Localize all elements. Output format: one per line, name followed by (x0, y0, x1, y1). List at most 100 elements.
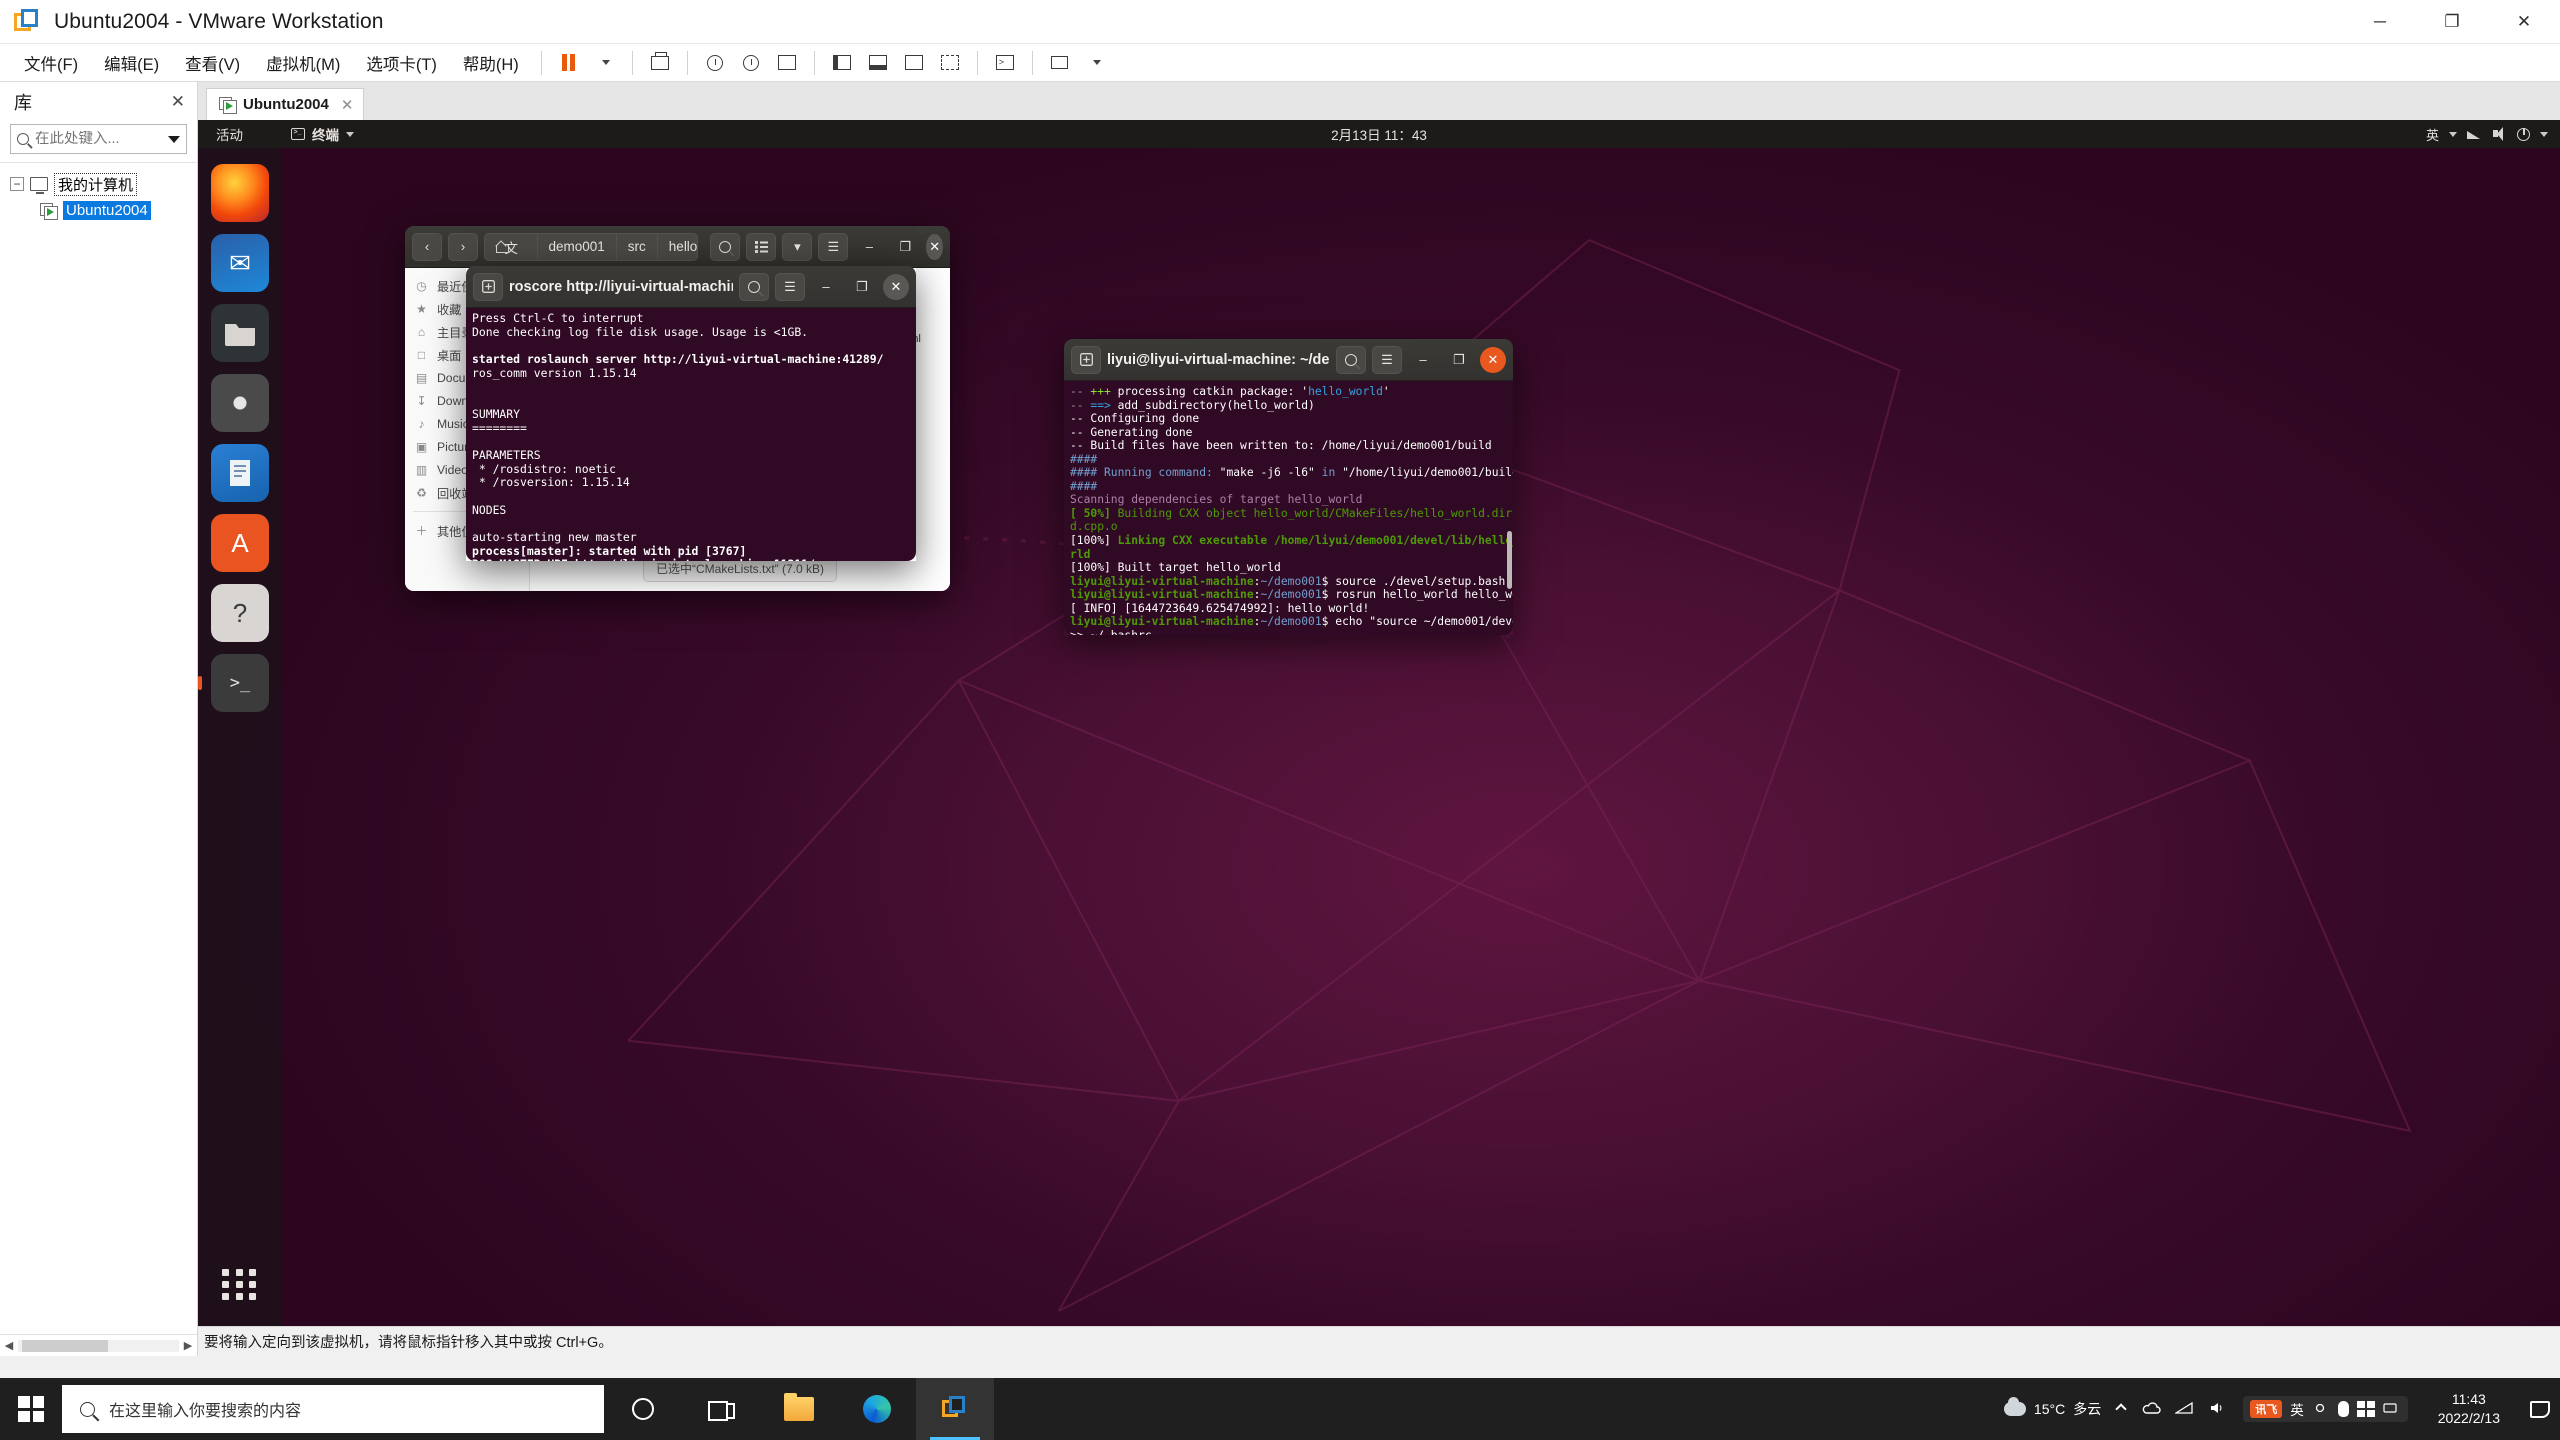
close-button[interactable]: ✕ (926, 233, 943, 260)
search-icon[interactable] (1336, 345, 1366, 374)
task-view-button[interactable] (682, 1378, 760, 1440)
forward-button[interactable]: › (448, 232, 478, 261)
close-icon[interactable]: ✕ (171, 92, 185, 112)
unity-mode-icon[interactable] (933, 48, 967, 78)
ubuntu-clock[interactable]: 2月13日 11：43 (1331, 124, 1427, 144)
hamburger-menu-icon[interactable]: ☰ (775, 272, 805, 301)
search-icon[interactable] (739, 272, 769, 301)
ime-indicator[interactable]: 英 (2426, 125, 2439, 144)
show-library-icon[interactable] (825, 48, 859, 78)
display-dropdown-icon[interactable] (1079, 48, 1113, 78)
scroll-left-icon[interactable]: ◀ (0, 1339, 18, 1352)
ime-toolbox-icon[interactable] (2356, 1401, 2375, 1417)
minimize-button[interactable]: – (854, 233, 884, 261)
expander-icon[interactable]: − (10, 177, 24, 191)
ime-indicator[interactable]: 讯飞 英 (2243, 1396, 2408, 1422)
search-icon[interactable] (710, 232, 741, 261)
show-hidden-icons-button[interactable] (2115, 1403, 2127, 1415)
taskbar-clock[interactable]: 11:43 2022/2/13 (2424, 1390, 2514, 1428)
snapshot-icon[interactable] (643, 48, 677, 78)
power-dropdown-icon[interactable] (588, 48, 622, 78)
tab-close-icon[interactable]: ✕ (341, 96, 354, 114)
onedrive-icon[interactable] (2141, 1401, 2161, 1417)
activities-button[interactable]: 活动 (216, 124, 243, 144)
microphone-icon[interactable] (2337, 1401, 2349, 1417)
menu-file[interactable]: 文件(F) (12, 45, 90, 81)
dock-item-files[interactable] (211, 304, 269, 362)
chevron-down-icon[interactable] (168, 135, 180, 143)
tab-ubuntu2004[interactable]: Ubuntu2004 ✕ (206, 88, 365, 120)
breadcrumb-item-hello-world[interactable]: hello_world ▼ (658, 234, 698, 260)
fullscreen-icon[interactable] (897, 48, 931, 78)
menu-help[interactable]: 帮助(H) (451, 45, 531, 81)
terminal-window-roscore[interactable]: roscore http://liyui-virtual-machine:113… (466, 266, 916, 561)
minimize-button[interactable]: ─ (2344, 0, 2416, 44)
breadcrumb[interactable]: 用户文件夹 demo001 src hello_world ▼ (484, 232, 699, 261)
hamburger-menu-icon[interactable]: ☰ (818, 232, 849, 261)
breadcrumb-item-home[interactable]: 用户文件夹 (485, 233, 538, 260)
menu-tabs[interactable]: 选项卡(T) (354, 45, 449, 81)
maximize-button[interactable]: ❐ (847, 273, 877, 301)
maximize-button[interactable]: ❐ (2416, 0, 2488, 44)
show-applications-button[interactable] (222, 1269, 258, 1300)
guest-screen[interactable]: 活动 终端 2月13日 11：43 英 (198, 120, 2560, 1326)
notifications-icon[interactable] (2530, 1400, 2550, 1418)
new-tab-icon[interactable] (473, 272, 503, 301)
library-search-input[interactable] (35, 131, 162, 147)
hamburger-menu-icon[interactable]: ☰ (1372, 345, 1402, 374)
ime-settings-icon[interactable] (2312, 1401, 2330, 1417)
dock-item-libreoffice-writer[interactable] (211, 444, 269, 502)
tree-item-ubuntu2004[interactable]: Ubuntu2004 (0, 197, 197, 223)
take-snapshot-icon[interactable] (734, 48, 768, 78)
close-button[interactable]: ✕ (883, 273, 909, 300)
menu-edit[interactable]: 编辑(E) (92, 45, 171, 81)
dock-item-firefox[interactable] (211, 164, 269, 222)
cortana-button[interactable] (604, 1378, 682, 1440)
pause-icon[interactable] (552, 48, 586, 78)
new-tab-icon[interactable] (1071, 345, 1101, 374)
maximize-button[interactable]: ❐ (1444, 346, 1474, 374)
scroll-right-icon[interactable]: ▶ (179, 1339, 197, 1352)
send-ctrl-alt-del-icon[interactable] (988, 48, 1022, 78)
weather-widget[interactable]: 15°C 多云 (2003, 1397, 2101, 1419)
minimize-button[interactable]: – (811, 273, 841, 301)
edge-button[interactable] (838, 1378, 916, 1440)
back-button[interactable]: ‹ (412, 232, 442, 261)
dock-item-ubuntu-software[interactable]: A (211, 514, 269, 572)
terminal-window-demo001[interactable]: liyui@liyui-virtual-machine: ~/demo001 ☰… (1064, 339, 1513, 635)
snapshot-manager-icon[interactable] (770, 48, 804, 78)
revert-snapshot-icon[interactable] (698, 48, 732, 78)
minimize-button[interactable]: – (1408, 346, 1438, 374)
tree-item-my-computer[interactable]: − 我的计算机 (0, 171, 197, 197)
close-button[interactable]: ✕ (1480, 346, 1506, 373)
terminal-scrollbar[interactable] (1507, 531, 1512, 589)
current-app-menu[interactable]: 终端 (291, 124, 354, 144)
file-explorer-button[interactable] (760, 1378, 838, 1440)
breadcrumb-item-src[interactable]: src (617, 233, 658, 260)
terminal-output[interactable]: Press Ctrl-C to interrupt Done checking l… (466, 308, 916, 561)
dock-item-rhythmbox[interactable] (211, 374, 269, 432)
library-search[interactable] (10, 124, 187, 154)
view-dropdown-icon[interactable]: ▾ (782, 232, 813, 261)
dock-item-thunderbird[interactable]: ✉ (211, 234, 269, 292)
show-thumbnails-icon[interactable] (861, 48, 895, 78)
vmware-taskbar-button[interactable] (916, 1378, 994, 1440)
view-options-icon[interactable] (746, 232, 777, 261)
menu-vm[interactable]: 虚拟机(M) (254, 45, 352, 81)
dock-item-help[interactable]: ? (211, 584, 269, 642)
ubuntu-system-tray[interactable]: 英 (2426, 125, 2548, 144)
terminal-output[interactable]: -- +++ processing catkin package: 'hello… (1064, 381, 1513, 635)
start-button[interactable] (0, 1378, 62, 1440)
library-hscrollbar[interactable]: ◀ ▶ (0, 1334, 197, 1356)
volume-icon[interactable] (2209, 1401, 2227, 1417)
ime-more-icon[interactable] (2383, 1401, 2401, 1417)
menu-view[interactable]: 查看(V) (173, 45, 252, 81)
close-button[interactable]: ✕ (2488, 0, 2560, 44)
display-settings-icon[interactable] (1043, 48, 1077, 78)
network-icon[interactable] (2173, 1401, 2193, 1417)
scrollbar-track[interactable] (18, 1339, 179, 1352)
maximize-button[interactable]: ❐ (890, 233, 920, 261)
taskbar-search[interactable]: 在这里输入你要搜索的内容 (62, 1385, 604, 1433)
scrollbar-thumb[interactable] (22, 1339, 108, 1352)
breadcrumb-item-demo001[interactable]: demo001 (538, 233, 617, 260)
